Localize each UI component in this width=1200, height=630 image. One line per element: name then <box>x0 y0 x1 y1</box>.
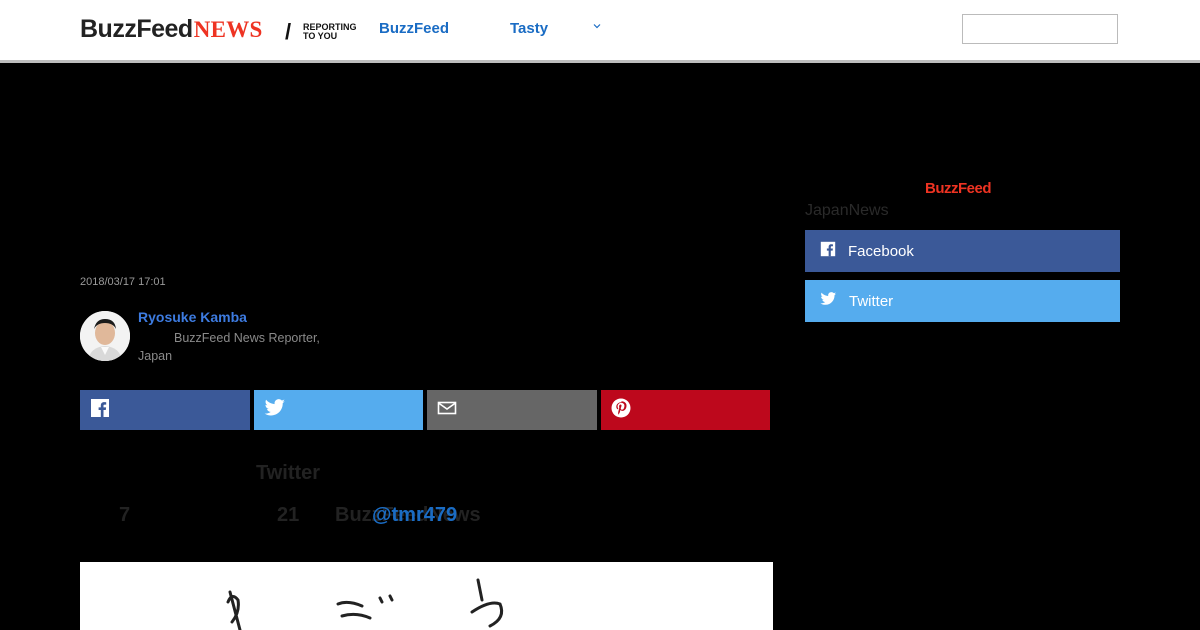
chevron-down-icon[interactable] <box>592 20 602 34</box>
share-button-row <box>80 390 770 430</box>
top-navigation-bar: BuzzFeed NEWS / REPORTING TO YOU BuzzFee… <box>0 0 1200 63</box>
logo-news-text: NEWS <box>193 17 263 42</box>
share-email-button[interactable] <box>427 390 597 430</box>
email-icon <box>437 400 457 421</box>
share-twitter-button[interactable] <box>253 390 423 430</box>
logo-tagline-line2: TO YOU <box>303 31 338 41</box>
share-pinterest-button[interactable] <box>600 390 770 430</box>
logo-tagline: REPORTING TO YOU <box>303 23 363 41</box>
stat-number-a: 7 <box>119 504 131 526</box>
sidebar-twitter-label: Twitter <box>849 292 894 310</box>
facebook-icon <box>820 241 836 261</box>
sidebar-facebook-label: Facebook <box>848 242 914 260</box>
author-role: BuzzFeed News Reporter, <box>174 331 320 345</box>
author-name-link[interactable]: Ryosuke Kamba <box>138 309 247 325</box>
twitter-icon <box>820 292 837 310</box>
twitter-handle-link[interactable]: @tmr479 <box>372 504 457 527</box>
sidebar-facebook-button[interactable]: Facebook <box>805 230 1120 272</box>
sidebar-twitter-button[interactable]: Twitter <box>805 280 1120 322</box>
nav-link-tasty[interactable]: Tasty <box>510 20 548 37</box>
stat-number-b: 21 <box>277 504 300 526</box>
pinterest-icon <box>611 398 631 423</box>
facebook-icon <box>90 398 110 423</box>
twitter-icon <box>264 398 286 422</box>
article-date: 2018/03/17 17:01 <box>80 276 166 288</box>
buzzfeed-news-logo[interactable]: BuzzFeed NEWS / REPORTING TO YOU <box>80 15 357 44</box>
article-embedded-image <box>80 562 773 630</box>
sidebar-buzzfeed-logo[interactable]: BuzzFeed <box>925 180 992 197</box>
sidebar-japannews-label: JapanNews <box>805 202 889 219</box>
nav-link-buzzfeed[interactable]: BuzzFeed <box>379 20 449 37</box>
share-facebook-button[interactable] <box>80 390 250 430</box>
logo-buzzfeed-text: BuzzFeed <box>80 15 193 43</box>
author-avatar[interactable] <box>80 311 130 361</box>
author-location: Japan <box>138 349 173 363</box>
logo-slash: / <box>285 19 292 44</box>
twitter-heading: Twitter <box>256 462 321 484</box>
search-input[interactable] <box>962 14 1118 44</box>
